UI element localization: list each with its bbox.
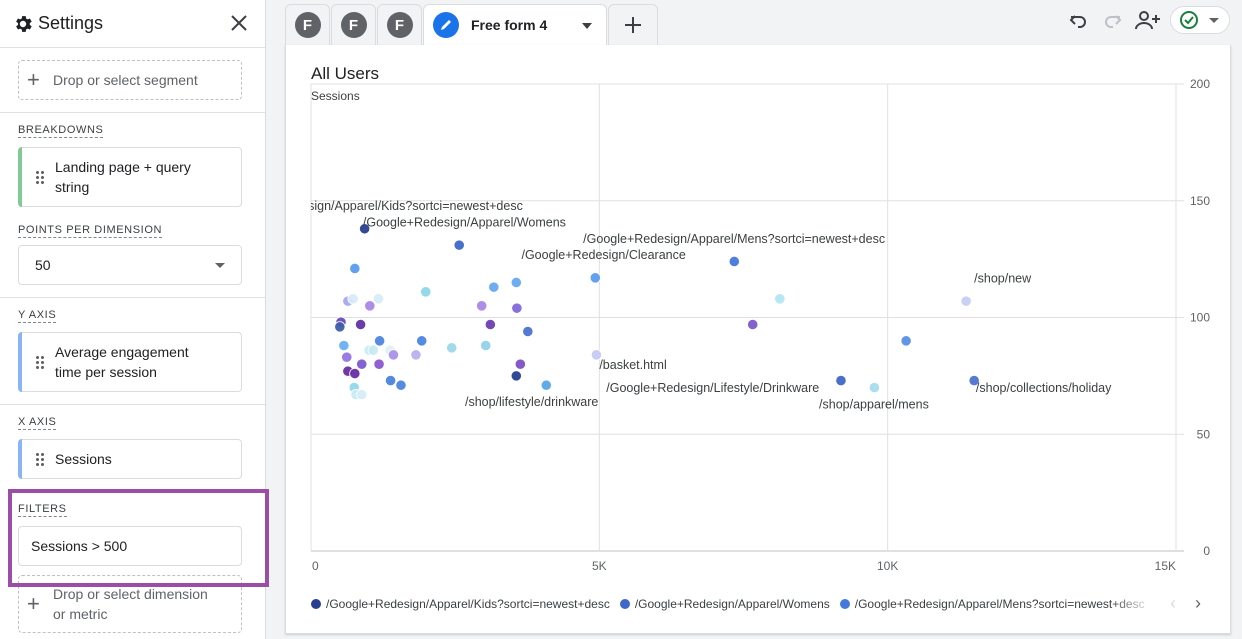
- legend-item[interactable]: /Google+Redesign/Apparel/Mens?sortci=new…: [839, 597, 1145, 611]
- scatter-point: [347, 293, 359, 305]
- scatter-point: [510, 370, 522, 382]
- x-tick-label: 0: [312, 559, 319, 573]
- legend-fade: [1110, 597, 1155, 613]
- scatter-point: [395, 379, 407, 391]
- scatter-point: [960, 295, 972, 307]
- scatter-point: [728, 255, 740, 268]
- scatter-point: [453, 239, 465, 251]
- scatter-point: [589, 272, 601, 284]
- scatter-point: [341, 351, 353, 363]
- scatter-point: [372, 293, 385, 305]
- scatter-point: [488, 281, 500, 293]
- x-tick-label: 15K: [1155, 559, 1176, 573]
- scatter-point: [774, 293, 786, 305]
- scatter-point: [835, 374, 847, 387]
- scatter-point: [334, 321, 346, 333]
- point-label: /Google+Redesign/Apparel/Womens: [363, 215, 566, 229]
- scatter-point: [349, 262, 361, 275]
- legend-dot: [619, 599, 630, 609]
- y-tick-label: 200: [1190, 77, 1210, 91]
- y-tick-label: 0: [1203, 544, 1210, 558]
- point-label: /shop/apparel/mens: [819, 398, 929, 412]
- point-label: /Google+Redesign/Clearance: [521, 248, 685, 262]
- legend-dot: [839, 599, 850, 609]
- point-label: /Google+Redesign/Lifestyle/Drinkware: [606, 381, 819, 395]
- scatter-chart: 0 50 100 150 200 0 5K 10K 15K Sessions sign/Appare…: [308, 77, 1211, 573]
- scatter-point: [410, 349, 422, 361]
- scatter-point: [747, 318, 759, 331]
- legend-label: /Google+Redesign/Apparel/Womens: [634, 597, 830, 611]
- scatter-point: [511, 302, 523, 314]
- scatter-point: [356, 358, 368, 370]
- point-label: /shop/collections/holiday: [976, 381, 1112, 395]
- legend-item[interactable]: /Google+Redesign/Apparel/Womens: [619, 597, 830, 611]
- scatter-point: [540, 379, 552, 391]
- scatter-point: [900, 335, 912, 347]
- scatter-point: [476, 300, 488, 312]
- scatter-point: [338, 339, 350, 352]
- scatter-point: [354, 318, 367, 331]
- y-axis-title: Sessions: [311, 89, 360, 103]
- point-label: sign/Apparel/Kids?sortci=newest+desc: [308, 199, 523, 213]
- legend-item[interactable]: /Google+Redesign/Apparel/Kids?sortci=new…: [311, 597, 610, 611]
- scatter-point: [868, 381, 881, 394]
- scatter-point: [374, 335, 386, 347]
- scatter-point: [480, 339, 492, 352]
- y-tick-label: 150: [1190, 194, 1210, 208]
- scatter-point: [420, 286, 432, 298]
- x-tick-label: 5K: [592, 559, 607, 573]
- scatter-point: [484, 318, 496, 331]
- scatter-point: [384, 374, 397, 387]
- scatter-point: [416, 335, 428, 347]
- scatter-point: [514, 358, 526, 370]
- scatter-point: [373, 358, 385, 370]
- scatter-point: [387, 349, 400, 361]
- y-tick-label: 100: [1190, 311, 1210, 325]
- y-tick-label: 50: [1197, 427, 1211, 441]
- scatter-point: [446, 342, 458, 354]
- scatter-point: [356, 388, 368, 401]
- x-tick-label: 10K: [877, 559, 898, 573]
- legend-next-icon[interactable]: ›: [1189, 593, 1207, 613]
- legend-label: /Google+Redesign/Apparel/Kids?sortci=new…: [326, 597, 610, 611]
- chart-legend: /Google+Redesign/Apparel/Kids?sortci=new…: [311, 597, 1153, 613]
- point-label: /Google+Redesign/Apparel/Mens?sortci=new…: [583, 232, 885, 246]
- legend-prev-icon[interactable]: ‹: [1164, 593, 1182, 613]
- legend-label: /Google+Redesign/Apparel/Mens?sortci=new…: [854, 597, 1145, 611]
- legend-dot: [311, 599, 321, 609]
- scatter-point: [349, 367, 361, 380]
- scatter-point: [364, 300, 376, 312]
- scatter-point: [522, 325, 534, 338]
- scatter-point: [367, 344, 379, 356]
- point-label: /shop/new: [974, 271, 1032, 285]
- point-label: /shop/lifestyle/drinkware: [465, 395, 598, 409]
- scatter-point: [510, 276, 522, 289]
- point-label: /basket.html: [599, 358, 666, 372]
